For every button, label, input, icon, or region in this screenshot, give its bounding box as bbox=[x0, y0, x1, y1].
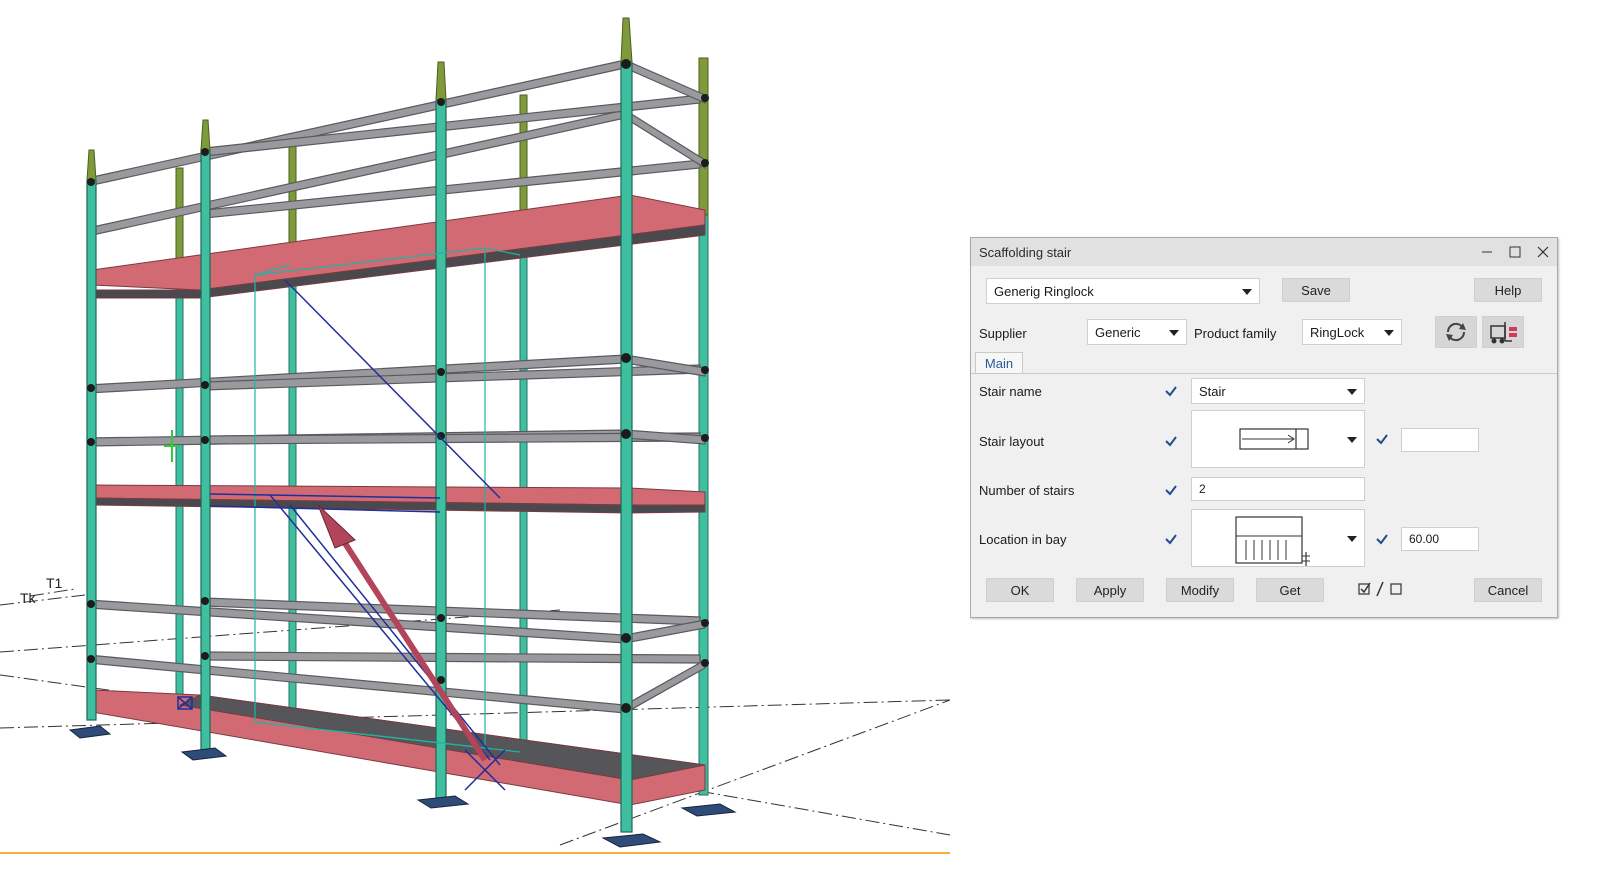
stair-name-label: Stair name bbox=[979, 384, 1042, 399]
check-uncheck-all-icon bbox=[1358, 581, 1402, 597]
stair-name-select[interactable]: Stair bbox=[1191, 378, 1365, 404]
get-button[interactable]: Get bbox=[1256, 578, 1324, 602]
location-in-bay-extra-field[interactable]: 60.00 bbox=[1401, 527, 1479, 551]
stair-name-checkbox[interactable] bbox=[1164, 384, 1178, 398]
number-of-stairs-checkbox[interactable] bbox=[1164, 483, 1178, 497]
number-of-stairs-label: Number of stairs bbox=[979, 483, 1075, 498]
chevron-down-icon bbox=[1347, 437, 1357, 443]
save-button[interactable]: Save bbox=[1282, 278, 1350, 302]
ok-button[interactable]: OK bbox=[986, 578, 1054, 602]
number-of-stairs-value: 2 bbox=[1199, 482, 1206, 496]
cancel-button[interactable]: Cancel bbox=[1474, 578, 1542, 602]
dialog-title: Scaffolding stair bbox=[979, 245, 1072, 260]
location-in-bay-icon bbox=[1235, 516, 1310, 566]
refresh-button[interactable] bbox=[1435, 316, 1477, 348]
grid-label-t1: T1 bbox=[46, 575, 63, 591]
help-button[interactable]: Help bbox=[1474, 278, 1542, 302]
supplier-value: Generic bbox=[1095, 325, 1141, 340]
minimize-icon[interactable] bbox=[1476, 242, 1498, 262]
decks bbox=[91, 194, 706, 806]
forklift-icon bbox=[1490, 322, 1517, 344]
dialog-titlebar[interactable]: Scaffolding stair bbox=[971, 238, 1557, 266]
stair-name-value: Stair bbox=[1199, 384, 1226, 399]
front-top-standards bbox=[86, 17, 633, 181]
stair-layout-extra-checkbox[interactable] bbox=[1375, 432, 1389, 446]
maximize-icon[interactable] bbox=[1504, 242, 1526, 262]
number-of-stairs-field[interactable]: 2 bbox=[1191, 477, 1365, 501]
tab-main[interactable]: Main bbox=[975, 352, 1023, 374]
scaffold-model[interactable]: T1 Tk bbox=[0, 0, 960, 871]
location-in-bay-extra-value: 60.00 bbox=[1409, 532, 1440, 546]
chevron-down-icon bbox=[1169, 330, 1179, 336]
chevron-down-icon bbox=[1347, 536, 1357, 542]
preset-value: Generig Ringlock bbox=[994, 284, 1094, 299]
toggle-all-checkboxes-button[interactable] bbox=[1355, 580, 1405, 600]
product-family-select[interactable]: RingLock bbox=[1302, 319, 1402, 345]
stair-layout-checkbox[interactable] bbox=[1164, 434, 1178, 448]
supplier-label: Supplier bbox=[979, 326, 1027, 341]
chevron-down-icon bbox=[1242, 289, 1252, 295]
apply-button[interactable]: Apply bbox=[1076, 578, 1144, 602]
chevron-down-icon bbox=[1384, 330, 1394, 336]
grid-label-tk: Tk bbox=[20, 590, 37, 606]
product-family-value: RingLock bbox=[1310, 325, 1365, 340]
scaffolding-stair-dialog: Scaffolding stair Generig Ringlock Save … bbox=[970, 237, 1558, 618]
stair-layout-extra-field[interactable] bbox=[1401, 428, 1479, 452]
supplier-select[interactable]: Generic bbox=[1087, 319, 1187, 345]
stair-layout-icon bbox=[1239, 428, 1309, 450]
location-in-bay-checkbox[interactable] bbox=[1164, 532, 1178, 546]
chevron-down-icon bbox=[1347, 389, 1357, 395]
stair-layout-label: Stair layout bbox=[979, 434, 1045, 449]
product-family-label: Product family bbox=[1194, 326, 1277, 341]
modify-button[interactable]: Modify bbox=[1166, 578, 1234, 602]
tab-divider bbox=[971, 373, 1557, 374]
model-viewport[interactable]: T1 Tk bbox=[0, 0, 960, 871]
location-in-bay-select[interactable] bbox=[1191, 509, 1365, 567]
stair-layout-select[interactable] bbox=[1191, 410, 1365, 468]
refresh-icon bbox=[1446, 322, 1466, 342]
close-icon[interactable] bbox=[1532, 242, 1554, 262]
preset-select[interactable]: Generig Ringlock bbox=[986, 278, 1260, 304]
location-in-bay-extra-checkbox[interactable] bbox=[1375, 532, 1389, 546]
forklift-button[interactable] bbox=[1482, 316, 1524, 348]
location-in-bay-label: Location in bay bbox=[979, 532, 1067, 547]
